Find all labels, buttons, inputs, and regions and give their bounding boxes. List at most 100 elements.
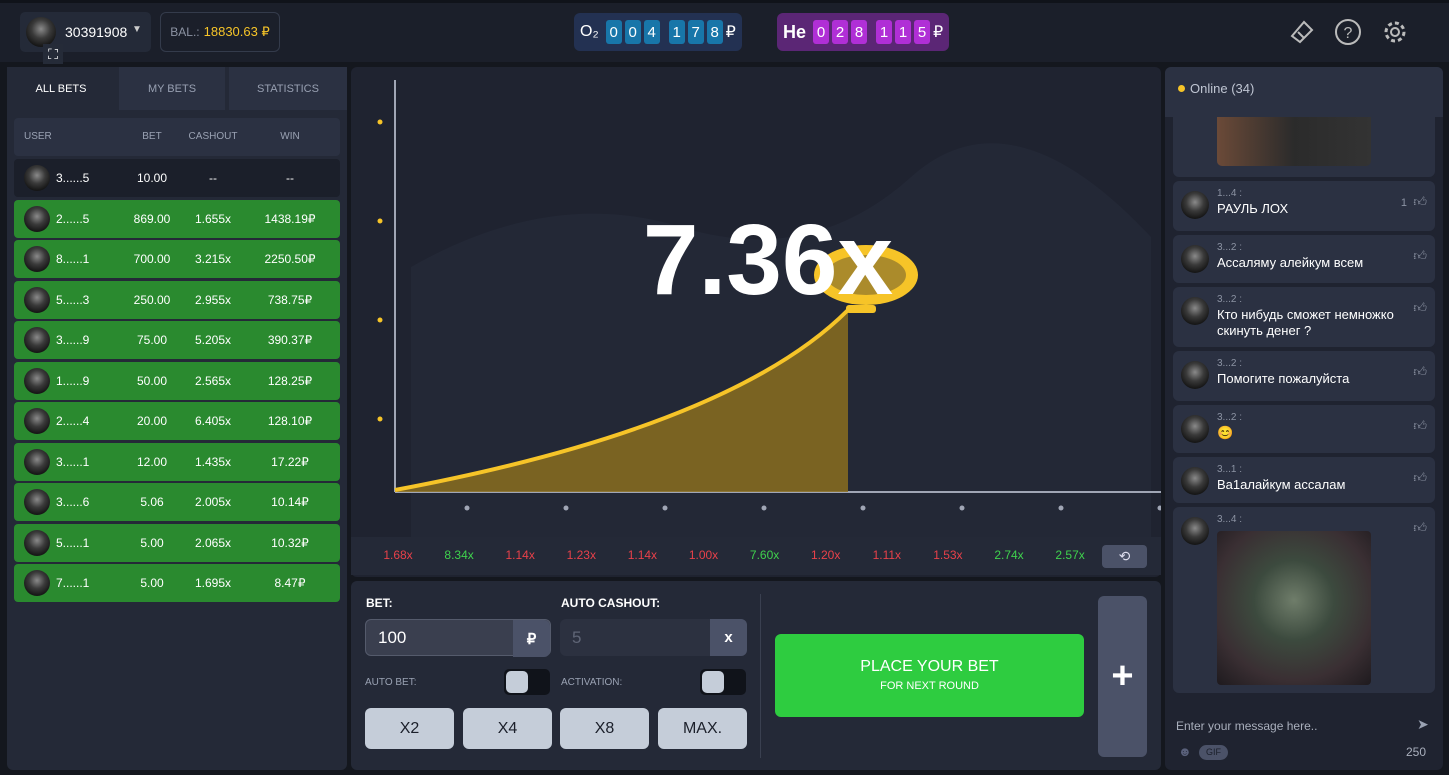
counter-digit: 0 bbox=[813, 20, 830, 44]
avatar bbox=[24, 246, 50, 272]
thumbs-up-icon[interactable]: 👍︎ bbox=[1413, 300, 1427, 316]
counter-digit: 1 bbox=[668, 20, 685, 44]
add-bet-button[interactable]: + bbox=[1098, 596, 1147, 757]
avatar bbox=[24, 408, 50, 434]
cell-user: 3......1 bbox=[56, 454, 90, 469]
thumbs-up-icon[interactable]: 👍︎ bbox=[1413, 194, 1427, 210]
chat-text: Помогите пожалуйста bbox=[1217, 371, 1350, 386]
thumbs-up-icon[interactable]: 👍︎ bbox=[1413, 470, 1427, 486]
col-win: WIN bbox=[280, 131, 300, 142]
chat-username: 3...2 : bbox=[1217, 242, 1243, 253]
thumbs-up-icon[interactable]: 👍︎ bbox=[1413, 248, 1427, 264]
avatar bbox=[1181, 191, 1209, 219]
auto-cashout-input[interactable]: 5x bbox=[560, 619, 747, 656]
counter-digit: 8 bbox=[706, 20, 723, 44]
emoji-icon[interactable]: ☻ bbox=[1178, 744, 1192, 759]
table-row: 2......4 20.00 6.405x 128.10₽ bbox=[14, 402, 340, 440]
avatar bbox=[1181, 415, 1209, 443]
balance: BAL.: 18830.63 ₽ bbox=[160, 12, 280, 52]
history-item: 1.14x bbox=[627, 548, 658, 562]
avatar bbox=[24, 367, 50, 394]
history-item: 8.34x bbox=[444, 548, 474, 562]
auto-bet-toggle[interactable] bbox=[504, 669, 550, 695]
x8-button[interactable]: X8 bbox=[560, 708, 649, 749]
cell-win: 1438.19₽ bbox=[264, 211, 316, 226]
table-row: 3......6 5.06 2.005x 10.14₽ bbox=[14, 483, 340, 521]
y-axis-dots bbox=[377, 119, 383, 422]
avatar bbox=[24, 529, 50, 556]
tab-all-bets[interactable]: ALL BETS bbox=[7, 67, 115, 110]
currency: ₽ bbox=[933, 24, 944, 41]
place-bet-button[interactable]: PLACE YOUR BET FOR NEXT ROUND bbox=[775, 634, 1084, 717]
cell-bet: 250.00 bbox=[133, 292, 171, 307]
table-row: 3......9 75.00 5.205x 390.37₽ bbox=[14, 321, 340, 359]
cell-win: 128.10₽ bbox=[267, 414, 313, 428]
place-bet-subtitle: FOR NEXT ROUND bbox=[880, 680, 979, 692]
cell-cashout: -- bbox=[209, 171, 217, 185]
cell-user: 1......9 bbox=[56, 373, 90, 388]
activation-toggle[interactable] bbox=[700, 669, 746, 695]
history-icon[interactable]: ⟲ bbox=[1102, 545, 1147, 568]
thumbs-up-icon[interactable]: 👍︎ bbox=[1413, 364, 1427, 380]
cell-bet: 5.00 bbox=[140, 535, 164, 550]
cell-cashout: 2.565x bbox=[194, 373, 232, 388]
cell-user: 8......1 bbox=[56, 252, 90, 266]
x2-button[interactable]: X2 bbox=[365, 708, 454, 749]
crash-chart: 7.36x bbox=[377, 80, 1161, 537]
history-item: 2.74x bbox=[994, 548, 1024, 562]
chat-text: 😊 bbox=[1217, 425, 1234, 440]
he-symbol: He bbox=[783, 21, 807, 42]
chat-message: 3...2 : Помогите пожалуйста 👍︎ bbox=[1173, 351, 1435, 401]
cell-cashout: 1.435x bbox=[194, 454, 232, 469]
tab-my-bets[interactable]: MY BETS bbox=[119, 67, 225, 110]
avatar bbox=[24, 205, 50, 232]
activation-label: ACTIVATION: bbox=[561, 677, 623, 688]
thumbs-up-icon[interactable]: 👍︎ bbox=[1413, 520, 1427, 536]
avatar bbox=[24, 327, 50, 353]
bet-input[interactable]: 100 ₽ bbox=[365, 619, 551, 657]
avatar bbox=[24, 570, 50, 596]
cell-win: 8.47₽ bbox=[274, 576, 306, 590]
gif-button[interactable]: GIF bbox=[1199, 745, 1228, 760]
send-icon[interactable]: ➤ bbox=[1417, 716, 1429, 733]
online-count: Online (34) bbox=[1190, 81, 1255, 96]
cell-bet: 700.00 bbox=[133, 252, 171, 266]
cell-user: 7......1 bbox=[56, 576, 90, 590]
cell-win: -- bbox=[286, 171, 294, 185]
fullscreen-icon[interactable]: ⛶ bbox=[43, 44, 63, 64]
chat-username: 3...2 : bbox=[1217, 412, 1243, 423]
auto-bet-label: AUTO BET: bbox=[365, 677, 417, 688]
history-item: 1.23x bbox=[566, 548, 596, 562]
cell-cashout: 3.215x bbox=[194, 252, 232, 266]
currency: ₽ bbox=[725, 24, 736, 41]
cell-win: 10.32₽ bbox=[271, 535, 309, 550]
divider bbox=[760, 594, 761, 758]
counter-digit: 5 bbox=[914, 20, 931, 44]
balance-label: BAL.: bbox=[170, 25, 200, 39]
counter-digit: 1 bbox=[895, 20, 912, 44]
cell-bet: 869.00 bbox=[133, 211, 171, 226]
cell-win: 738.75₽ bbox=[267, 292, 313, 307]
cell-cashout: 1.695x bbox=[194, 576, 232, 590]
counter-digit: 4 bbox=[643, 20, 660, 44]
user-menu[interactable]: 30391908 ▼ bbox=[20, 12, 151, 52]
gear-icon[interactable] bbox=[1381, 18, 1409, 46]
chat-image bbox=[1217, 117, 1371, 166]
thumbs-up-icon[interactable]: 👍︎ bbox=[1413, 418, 1427, 434]
chat-message: 3...1 : Ва1алайкум ассалам 👍︎ bbox=[1173, 457, 1435, 503]
x4-button[interactable]: X4 bbox=[463, 708, 552, 749]
place-bet-title: PLACE YOUR BET bbox=[860, 658, 999, 675]
auto-cashout-placeholder: 5 bbox=[572, 627, 582, 647]
history-item: 1.68x bbox=[383, 548, 413, 562]
cell-win: 2250.50₽ bbox=[264, 252, 316, 266]
like-count: 1 bbox=[1400, 197, 1407, 209]
avatar bbox=[24, 489, 50, 515]
ticket-icon[interactable] bbox=[1288, 18, 1316, 46]
chat-input[interactable]: Enter your message here.. bbox=[1176, 719, 1317, 733]
table-row: 5......3 250.00 2.955x 738.75₽ bbox=[14, 280, 340, 319]
tab-statistics[interactable]: STATISTICS bbox=[229, 67, 347, 110]
help-icon[interactable]: ? bbox=[1334, 18, 1362, 46]
cell-user: 3......6 bbox=[56, 495, 90, 509]
chevron-down-icon: ▼ bbox=[132, 24, 142, 35]
max-button[interactable]: MAX. bbox=[658, 708, 747, 749]
